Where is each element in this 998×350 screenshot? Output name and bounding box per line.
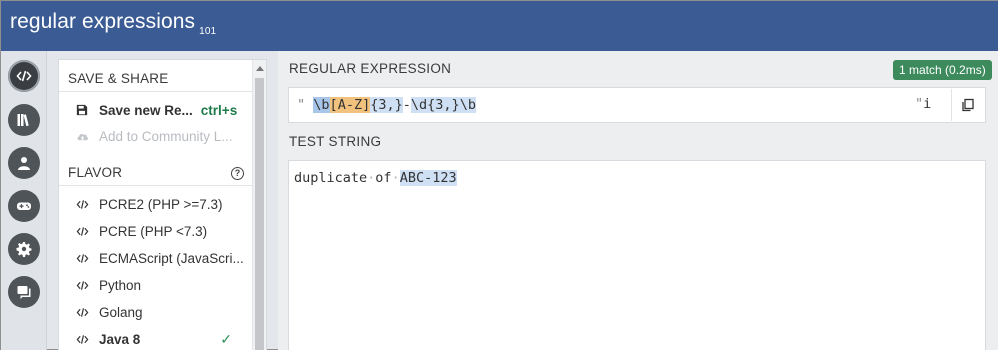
app-logo[interactable]: regular expressions 101 — [10, 10, 216, 37]
save-shortcut: ctrl+s — [200, 102, 238, 118]
add-to-community-button[interactable]: Add to Community L... — [75, 124, 246, 148]
code-icon — [75, 332, 89, 346]
help-icon[interactable]: ? — [231, 167, 244, 180]
regex-token: A — [337, 97, 346, 113]
scroll-up-icon[interactable] — [256, 66, 264, 71]
chat-icon[interactable] — [8, 276, 40, 308]
regex-token: \b — [313, 97, 330, 113]
scrollbar-thumb[interactable] — [255, 78, 264, 350]
floppy-disk-icon — [75, 103, 89, 117]
code-icon — [75, 197, 89, 211]
sidebar-divider — [59, 91, 252, 92]
test-string-text: duplicate·of·ABC-123 — [294, 170, 457, 186]
regex-token: [ — [329, 97, 338, 113]
test-token: of — [375, 170, 392, 186]
regex-token: - — [402, 97, 411, 113]
regex-token: \d — [410, 97, 428, 113]
code-icon — [75, 224, 89, 238]
user-icon[interactable] — [8, 147, 40, 179]
regex-close-delimiter: " — [915, 96, 924, 112]
library-icon[interactable] — [8, 104, 40, 136]
flavor-label: PCRE (PHP <7.3) — [99, 223, 208, 239]
match-highlight: ABC-123 — [399, 170, 457, 186]
sidebar-panel: SAVE & SHARE Save new Re... ctrl+s Add t… — [58, 59, 267, 350]
logo-text: regular expressions — [10, 10, 196, 33]
flavor-label: Golang — [99, 304, 143, 320]
sidebar-divider — [59, 185, 252, 186]
flavor-item-python[interactable]: Python — [75, 273, 246, 297]
flavor-item-pcre2[interactable]: PCRE2 (PHP >=7.3) — [75, 192, 246, 216]
flavor-label: PCRE2 (PHP >=7.3) — [99, 196, 223, 212]
regex-flags-text: i — [923, 96, 932, 112]
whitespace-marker: · — [391, 170, 400, 186]
sidebar-scrollbar[interactable] — [252, 60, 266, 350]
regex-token: Z — [353, 97, 363, 113]
code-icon[interactable] — [8, 60, 40, 92]
gear-icon[interactable] — [8, 233, 40, 265]
regex-open-delimiter[interactable]: " — [297, 97, 305, 113]
flavor-label: Java 8 — [99, 331, 141, 347]
logo-subscript: 101 — [199, 26, 217, 37]
gamepad-icon[interactable] — [8, 190, 40, 222]
cloud-upload-icon — [75, 129, 89, 143]
regex-text: " \b[A-Z]{3,}-\d{3,}\b — [297, 97, 476, 113]
copy-regex-button[interactable] — [951, 89, 983, 121]
icon-rail — [1, 51, 47, 350]
test-string-title: TEST STRING — [289, 134, 382, 149]
regex-token: \b — [459, 97, 476, 113]
match-info-badge[interactable]: 1 match (0.2ms) — [893, 60, 992, 80]
add-to-community-label: Add to Community L... — [99, 128, 233, 144]
regex-token: {3,} — [370, 97, 403, 113]
regex-section-title: REGULAR EXPRESSION — [289, 61, 452, 76]
flavor-item-pcre[interactable]: PCRE (PHP <7.3) — [75, 219, 246, 243]
check-icon: ✓ — [220, 331, 232, 347]
flavor-item-ecmascript[interactable]: ECMAScript (JavaScri... — [75, 246, 246, 270]
regex-input[interactable]: " \b[A-Z]{3,}-\d{3,}\b — [288, 87, 986, 123]
flavor-label: Python — [99, 277, 142, 293]
code-icon — [75, 305, 89, 319]
save-new-button[interactable]: Save new Re... ctrl+s — [75, 98, 246, 122]
test-token: duplicate — [294, 170, 368, 186]
code-icon — [75, 251, 89, 265]
test-string-input[interactable]: duplicate·of·ABC-123 — [288, 160, 986, 350]
flavor-label: ECMAScript (JavaScri... — [99, 250, 244, 266]
save-share-title: SAVE & SHARE — [68, 71, 169, 86]
regex-token: {3,} — [427, 97, 460, 113]
regex-flags[interactable]: "i — [915, 96, 931, 112]
flavor-title: FLAVOR — [68, 165, 123, 180]
copy-icon — [961, 98, 974, 112]
save-new-label: Save new Re... — [99, 102, 193, 118]
regex-token: - — [345, 97, 354, 113]
app-header: regular expressions 101 — [1, 1, 998, 51]
code-icon — [75, 278, 89, 292]
flavor-item-golang[interactable]: Golang — [75, 300, 246, 324]
